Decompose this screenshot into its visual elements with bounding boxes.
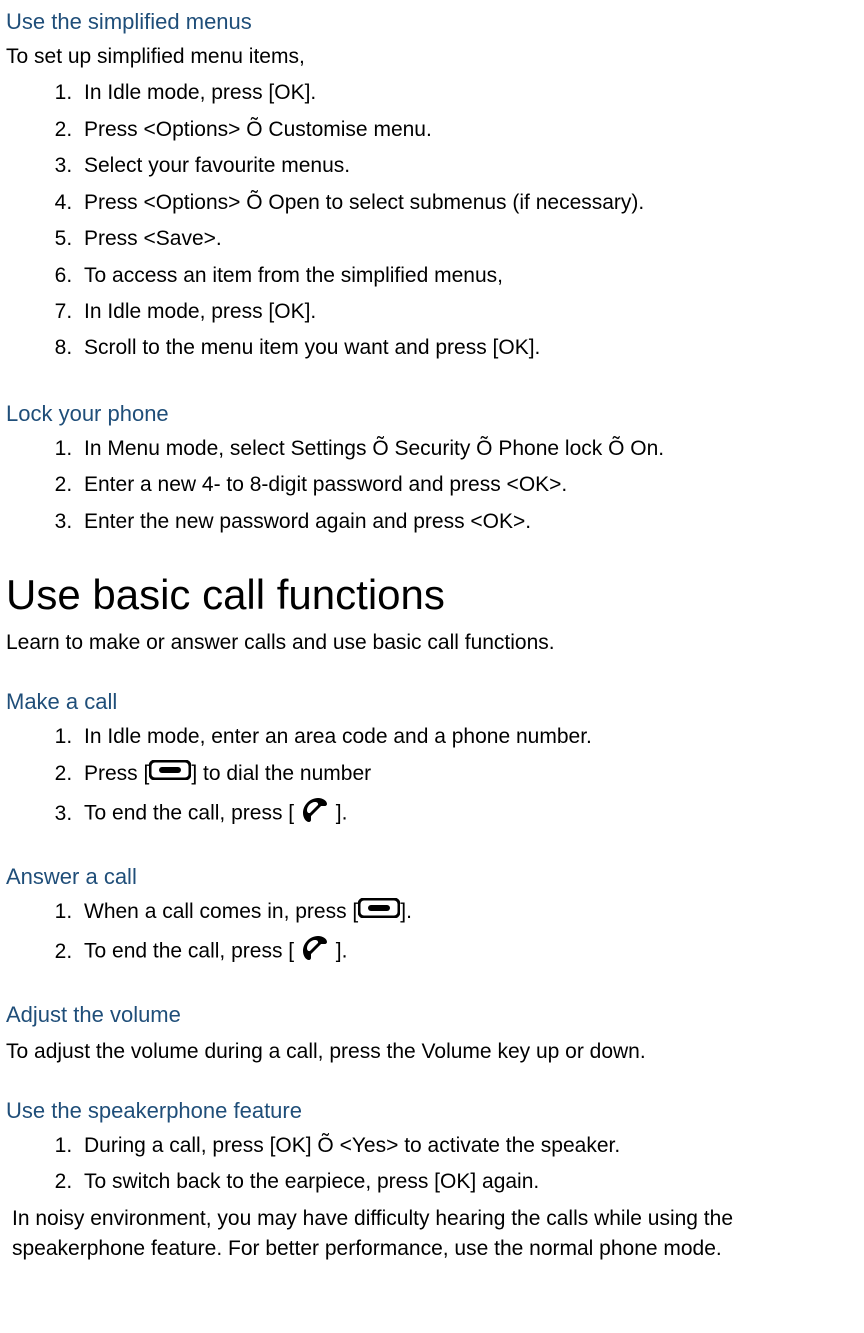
list-make-call: In Idle mode, enter an area code and a p…	[6, 722, 854, 833]
end-call-key-icon	[300, 795, 330, 832]
list-item: Select your favourite menus.	[78, 151, 854, 181]
heading-adjust-volume: Adjust the volume	[6, 999, 854, 1031]
list-item: In Idle mode, press [OK].	[78, 297, 854, 327]
heading-speakerphone: Use the speakerphone feature	[6, 1095, 854, 1127]
text-fragment: ].	[330, 802, 348, 825]
heading-make-call: Make a call	[6, 686, 854, 718]
list-speakerphone: During a call, press [OK] Õ <Yes> to act…	[6, 1131, 854, 1198]
heading-simplified-menus: Use the simplified menus	[6, 6, 854, 38]
note-speakerphone: In noisy environment, you may have diffi…	[6, 1204, 854, 1265]
list-item: Press <Save>.	[78, 224, 854, 254]
list-item: To end the call, press [ ].	[78, 795, 854, 832]
list-item: During a call, press [OK] Õ <Yes> to act…	[78, 1131, 854, 1161]
text-adjust-volume: To adjust the volume during a call, pres…	[6, 1037, 854, 1067]
list-answer-call: When a call comes in, press []. To end t…	[6, 897, 854, 971]
list-lock-phone: In Menu mode, select Settings Õ Security…	[6, 434, 854, 537]
heading-lock-phone: Lock your phone	[6, 398, 854, 430]
list-item: In Idle mode, press [OK].	[78, 78, 854, 108]
end-call-key-icon	[300, 933, 330, 970]
heading-basic-call: Use basic call functions	[6, 565, 854, 626]
list-item: To access an item from the simplified me…	[78, 261, 854, 291]
text-fragment: ] to dial the number	[191, 762, 371, 785]
list-item: In Menu mode, select Settings Õ Security…	[78, 434, 854, 464]
list-item: To end the call, press [ ].	[78, 933, 854, 970]
text-fragment: To end the call, press [	[84, 940, 300, 963]
list-item: In Idle mode, enter an area code and a p…	[78, 722, 854, 752]
intro-basic-call: Learn to make or answer calls and use ba…	[6, 628, 854, 658]
list-item: When a call comes in, press [].	[78, 897, 854, 928]
text-fragment: Press [	[84, 762, 149, 785]
list-item: Press [ ] to dial the number	[78, 759, 854, 790]
text-fragment: When a call comes in, press [	[84, 900, 358, 923]
heading-answer-call: Answer a call	[6, 861, 854, 893]
text-fragment: To end the call, press [	[84, 802, 300, 825]
call-key-icon	[149, 759, 191, 789]
intro-simplified-menus: To set up simplified menu items,	[6, 42, 854, 72]
list-item: Press <Options> Õ Open to select submenu…	[78, 188, 854, 218]
list-item: Scroll to the menu item you want and pre…	[78, 333, 854, 363]
list-simplified-menus: In Idle mode, press [OK]. Press <Options…	[6, 78, 854, 364]
list-item: Press <Options> Õ Customise menu.	[78, 115, 854, 145]
text-fragment: ].	[400, 900, 412, 923]
list-item: To switch back to the earpiece, press [O…	[78, 1167, 854, 1197]
list-item: Enter the new password again and press <…	[78, 507, 854, 537]
call-key-icon	[358, 897, 400, 927]
text-fragment: ].	[330, 940, 348, 963]
list-item: Enter a new 4- to 8-digit password and p…	[78, 470, 854, 500]
